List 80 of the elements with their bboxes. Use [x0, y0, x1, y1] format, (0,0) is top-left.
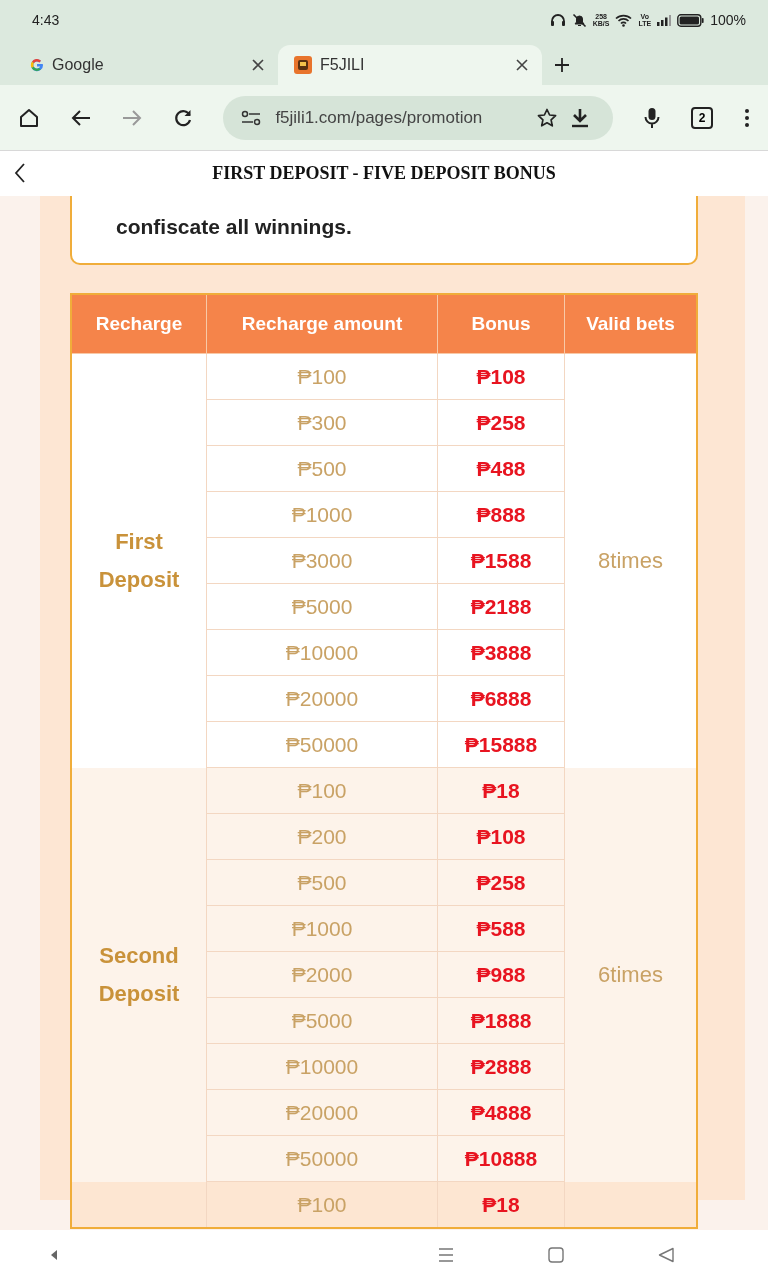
forward-arrow-icon[interactable]: [121, 108, 142, 127]
amount-cell: ₱200: [206, 813, 438, 860]
tab-title: Google: [52, 56, 105, 74]
download-icon[interactable]: [571, 107, 590, 128]
column-header: Recharge amount: [206, 294, 438, 354]
bonus-cell: ₱2188: [437, 583, 565, 630]
address-bar[interactable]: f5jili1.com/pages/promotion: [223, 95, 614, 140]
amount-cell: ₱3000: [206, 537, 438, 584]
valid-bets-cell: 8times: [564, 353, 697, 768]
bonus-cell: ₱258: [437, 399, 565, 446]
bonus-cell: ₱588: [437, 905, 565, 952]
signal-icon: [657, 14, 672, 26]
headphones-icon: [549, 13, 566, 27]
home-square-icon[interactable]: [548, 1247, 564, 1263]
browser-tab[interactable]: F5JILI: [278, 45, 542, 85]
back-chevron-icon[interactable]: [14, 163, 26, 183]
amount-cell: ₱20000: [206, 1089, 438, 1136]
amount-cell: ₱50000: [206, 1135, 438, 1182]
page-title: FIRST DEPOSIT - FIVE DEPOSIT BONUS: [212, 163, 556, 184]
bonus-cell: ₱488: [437, 445, 565, 492]
bonus-cell: ₱258: [437, 859, 565, 906]
bonus-cell: ₱4888: [437, 1089, 565, 1136]
column-header: Recharge: [71, 294, 207, 354]
muted-bell-icon: [571, 12, 587, 28]
valid-bets-cell: 6times: [564, 767, 697, 1182]
tab-title: F5JILI: [320, 56, 366, 74]
back-arrow-icon[interactable]: [70, 108, 91, 127]
bonus-cell: ₱1588: [437, 537, 565, 584]
bonus-cell: ₱15888: [437, 721, 565, 768]
bonus-cell: ₱18: [437, 767, 565, 814]
triangle-left-icon[interactable]: [50, 1249, 58, 1261]
microphone-icon[interactable]: [644, 106, 661, 129]
column-header: Bonus: [437, 294, 565, 354]
notice-text: confiscate all winnings.: [116, 215, 352, 239]
amount-cell: ₱2000: [206, 951, 438, 998]
group-label-cell: First Deposit: [71, 353, 207, 768]
logo-icon: [30, 58, 44, 72]
close-icon[interactable]: [516, 59, 528, 71]
menu-icon[interactable]: [438, 1248, 454, 1262]
status-time: 4:43: [32, 12, 60, 28]
amount-cell: ₱100: [206, 1181, 438, 1228]
browser-tab[interactable]: Google: [14, 45, 278, 85]
bonus-cell: ₱2888: [437, 1043, 565, 1090]
back-triangle-icon[interactable]: [658, 1247, 674, 1263]
amount-cell: ₱5000: [206, 997, 438, 1044]
amount-cell: ₱500: [206, 445, 438, 492]
amount-cell: ₱20000: [206, 675, 438, 722]
star-icon[interactable]: [537, 107, 558, 128]
amount-cell: ₱5000: [206, 583, 438, 630]
amount-cell: ₱300: [206, 399, 438, 446]
new-tab-icon[interactable]: [554, 57, 570, 73]
column-header: Valid bets: [564, 294, 697, 354]
amount-cell: ₱50000: [206, 721, 438, 768]
site-settings-icon[interactable]: [241, 109, 262, 126]
bonus-cell: ₱988: [437, 951, 565, 998]
home-icon[interactable]: [18, 106, 40, 129]
wifi-icon: [615, 13, 633, 27]
amount-cell: ₱10000: [206, 629, 438, 676]
site-icon: [294, 56, 312, 74]
bonus-cell: ₱1888: [437, 997, 565, 1044]
bonus-cell: ₱3888: [437, 629, 565, 676]
amount-cell: ₱1000: [206, 491, 438, 538]
amount-cell: ₱10000: [206, 1043, 438, 1090]
amount-cell: ₱100: [206, 767, 438, 814]
bonus-cell: ₱888: [437, 491, 565, 538]
battery-percent: 100%: [710, 12, 746, 28]
group-label-cell: Second Deposit: [71, 767, 207, 1182]
bonus-cell: ₱108: [437, 813, 565, 860]
battery-icon: [677, 13, 705, 27]
more-menu-icon[interactable]: [743, 107, 750, 128]
bonus-cell: ₱6888: [437, 675, 565, 722]
reload-icon[interactable]: [172, 107, 193, 128]
bonus-cell: ₱10888: [437, 1135, 565, 1182]
close-icon[interactable]: [252, 59, 264, 71]
amount-cell: ₱100: [206, 353, 438, 400]
tab-count-button[interactable]: 2: [691, 106, 714, 129]
url-text: f5jili1.com/pages/promotion: [275, 107, 484, 128]
bonus-cell: ₱108: [437, 353, 565, 400]
amount-cell: ₱1000: [206, 905, 438, 952]
amount-cell: ₱500: [206, 859, 438, 906]
